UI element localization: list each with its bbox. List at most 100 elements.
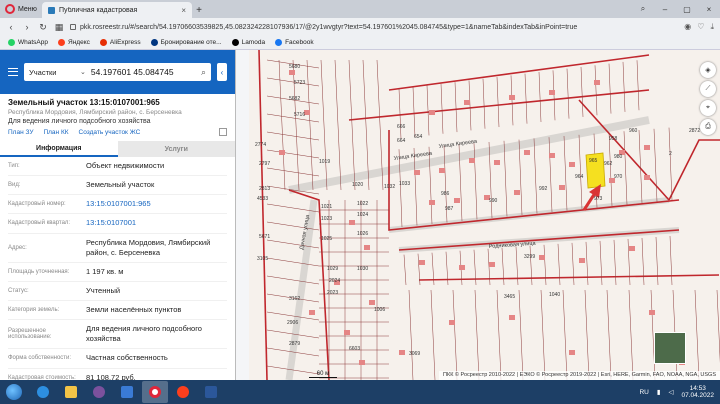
viber-icon [93, 386, 105, 398]
parcel-label: 1023 [321, 216, 332, 222]
attribute-value: Учтенный [86, 285, 121, 295]
search-icon[interactable]: ⌕ [201, 67, 206, 78]
attribute-value: 1 197 кв. м [86, 266, 124, 276]
attribute-value[interactable]: 13:15:0107001:965 [86, 199, 227, 209]
taskbar-ie[interactable] [30, 381, 56, 403]
reload-icon[interactable]: ↻ [38, 22, 48, 33]
folder-icon [65, 386, 77, 398]
start-button[interactable] [0, 380, 28, 404]
browser-tab[interactable]: Публичная кадастровая × [42, 2, 192, 18]
search-field[interactable]: Участки ⌄ 54.197601 45.084745 ⌕ [24, 63, 211, 81]
parcel-label: 2774 [255, 142, 266, 148]
map-toolbar: ◈ ⟋ ⌖ ⎙ [700, 62, 716, 135]
bookmark-facebook[interactable]: Facebook [275, 39, 314, 46]
parcel-label: 987 [445, 206, 454, 212]
parcel-label: 1006 [374, 307, 385, 313]
cadastral-map[interactable]: Улица Киреева Улица Киреева Дачная улица… [249, 50, 720, 380]
close-tab-icon[interactable]: × [181, 6, 186, 15]
create-parcel-link[interactable]: Создать участок ЖС [79, 129, 141, 136]
attribute-value[interactable]: 13:15:0107001 [86, 218, 227, 228]
hamburger-menu-icon[interactable] [8, 68, 18, 76]
minimize-icon[interactable]: – [654, 0, 676, 18]
parcel-label: 654 [414, 134, 423, 140]
parcel-label: 5723 [294, 80, 305, 86]
collapse-panel-icon[interactable]: ‹ [217, 63, 227, 81]
network-icon[interactable]: ▮ [657, 388, 661, 396]
attribute-key: Площадь уточненная: [8, 268, 70, 275]
measure-icon[interactable]: ⟋ [700, 81, 716, 97]
search-tabs-icon[interactable]: ⌕ [632, 0, 654, 18]
taskbar-word[interactable] [198, 381, 224, 403]
print-map-icon[interactable]: ⎙ [700, 119, 716, 135]
attribute-row: Разрешенное использование: Для ведения ли… [8, 320, 227, 350]
location-icon[interactable]: ⌖ [700, 100, 716, 116]
search-input[interactable]: 54.197601 45.084745 [91, 67, 196, 77]
download-icon[interactable]: ⤓ [710, 22, 714, 32]
url-text: pkk.rosreestr.ru/#/search/54.19706603539… [80, 23, 578, 31]
parcel-label: 1030 [357, 266, 368, 272]
bookmark-label: Яндекс [68, 39, 90, 46]
bookmark-booking[interactable]: Бронирование оте... [150, 39, 222, 46]
attribute-key: Разрешенное использование: [8, 328, 52, 341]
taskbar-yandex[interactable] [170, 381, 196, 403]
taskbar-opera[interactable] [142, 381, 168, 403]
attribute-key: Вид: [8, 182, 21, 189]
parcel-label: 2879 [289, 341, 300, 347]
taskbar-viber[interactable] [86, 381, 112, 403]
attribute-row: Адрес: Республика Мордовия, Лямбирский ра… [8, 234, 227, 263]
parcel-label: 2906 [287, 320, 298, 326]
attribute-row: Форма собственности: Частная собственност… [8, 349, 227, 369]
layers-icon[interactable]: ◈ [700, 62, 716, 78]
clock[interactable]: 14:53 07.04.2022 [681, 385, 714, 400]
booking-icon [150, 39, 158, 46]
aliexpress-icon [99, 39, 107, 46]
parcel-label: 1033 [399, 181, 410, 187]
volume-icon[interactable]: ◁ [668, 388, 673, 396]
speed-dial-icon[interactable]: ▦ [54, 22, 64, 33]
maximize-icon[interactable]: ▢ [676, 0, 698, 18]
bookmark-aliexpress[interactable]: AliExpress [99, 39, 141, 46]
heart-icon[interactable]: ♡ [697, 22, 704, 32]
tab-information[interactable]: Информация [0, 141, 118, 157]
attribute-key: Адрес: [8, 244, 27, 251]
parcel-label: 2872 [689, 128, 700, 134]
chevron-down-icon[interactable]: ⌄ [80, 68, 86, 76]
plan-kk-link[interactable]: План КК [43, 129, 68, 136]
opera-menu-button[interactable]: Меню [0, 0, 40, 18]
bookmark-label: AliExpress [109, 39, 141, 46]
taskbar-explorer[interactable] [58, 381, 84, 403]
parcel-label: 1024 [357, 212, 368, 218]
addrbar-actions: ◉ ♡ ⤓ [684, 22, 720, 32]
map-canvas[interactable]: Улица Киреева Улица Киреева Дачная улица… [249, 50, 720, 380]
forward-icon[interactable]: › [22, 22, 32, 32]
language-indicator[interactable]: RU [639, 389, 648, 396]
new-tab-button[interactable]: + [192, 2, 206, 18]
parcel-label: 5716 [294, 112, 305, 118]
parcel-label: 3105 [257, 256, 268, 262]
bookmark-whatsapp[interactable]: WhatsApp [8, 39, 48, 46]
close-window-icon[interactable]: × [698, 0, 720, 18]
search-type-select[interactable]: Участки [29, 68, 75, 77]
bookmark-lamoda[interactable]: Lamoda [231, 39, 265, 46]
camera-icon[interactable]: ◉ [684, 22, 691, 32]
plan-zu-link[interactable]: План ЗУ [8, 129, 33, 136]
bookmark-label: WhatsApp [18, 39, 48, 46]
basemap-switcher[interactable] [654, 332, 686, 364]
taskbar-media[interactable] [114, 381, 140, 403]
parcel-label: 970 [614, 174, 623, 180]
attribute-row: Кадастровая стоимость: 81 108,72 руб. [8, 369, 227, 381]
print-icon[interactable] [219, 128, 227, 136]
attribute-key: Статус: [8, 287, 29, 294]
attribute-value: Частная собственность [86, 353, 168, 363]
bookmark-yandex[interactable]: Яндекс [58, 39, 90, 46]
parcel-label: 973 [594, 196, 603, 202]
map-attribution: ПКК © Росреестр 2010-2022 | ЕЭКО © Росре… [439, 371, 720, 380]
parcel-label: 5671 [259, 234, 270, 240]
back-icon[interactable]: ‹ [6, 22, 16, 32]
search-box: Участки ⌄ 54.197601 45.084745 ⌕ ‹ [0, 50, 235, 94]
attribute-key: Тип: [8, 163, 20, 170]
attribute-row: Вид: Земельный участок [8, 176, 227, 196]
tab-services[interactable]: Услуги [117, 141, 235, 157]
url-field[interactable]: pkk.rosreestr.ru/#/search/54.19706603539… [70, 20, 678, 34]
parcel-label: 664 [397, 138, 406, 144]
